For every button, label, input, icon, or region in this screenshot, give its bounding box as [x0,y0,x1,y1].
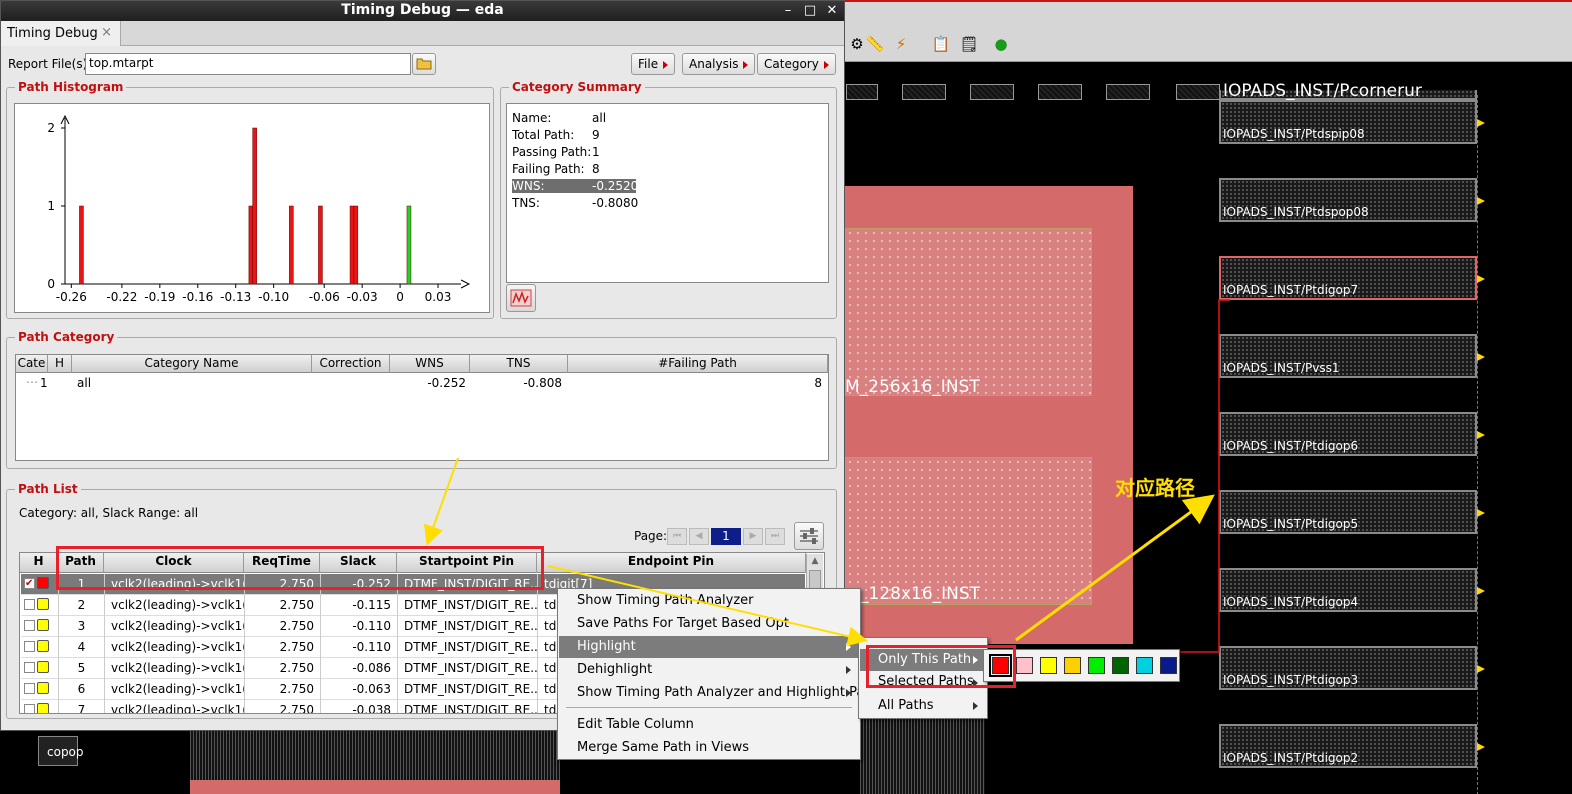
arrow-to-header [423,457,459,546]
screen: ⚙ 📏 ⚡ 📋 🗒 ● M_256x16_INST _128x16_INST c… [0,0,1572,794]
annotation-corresponding-path: 对应路径 [1115,476,1195,500]
arrow-to-submenu [547,565,868,647]
arrow-to-pad [1015,494,1215,642]
annotation-arrows [423,457,1215,647]
